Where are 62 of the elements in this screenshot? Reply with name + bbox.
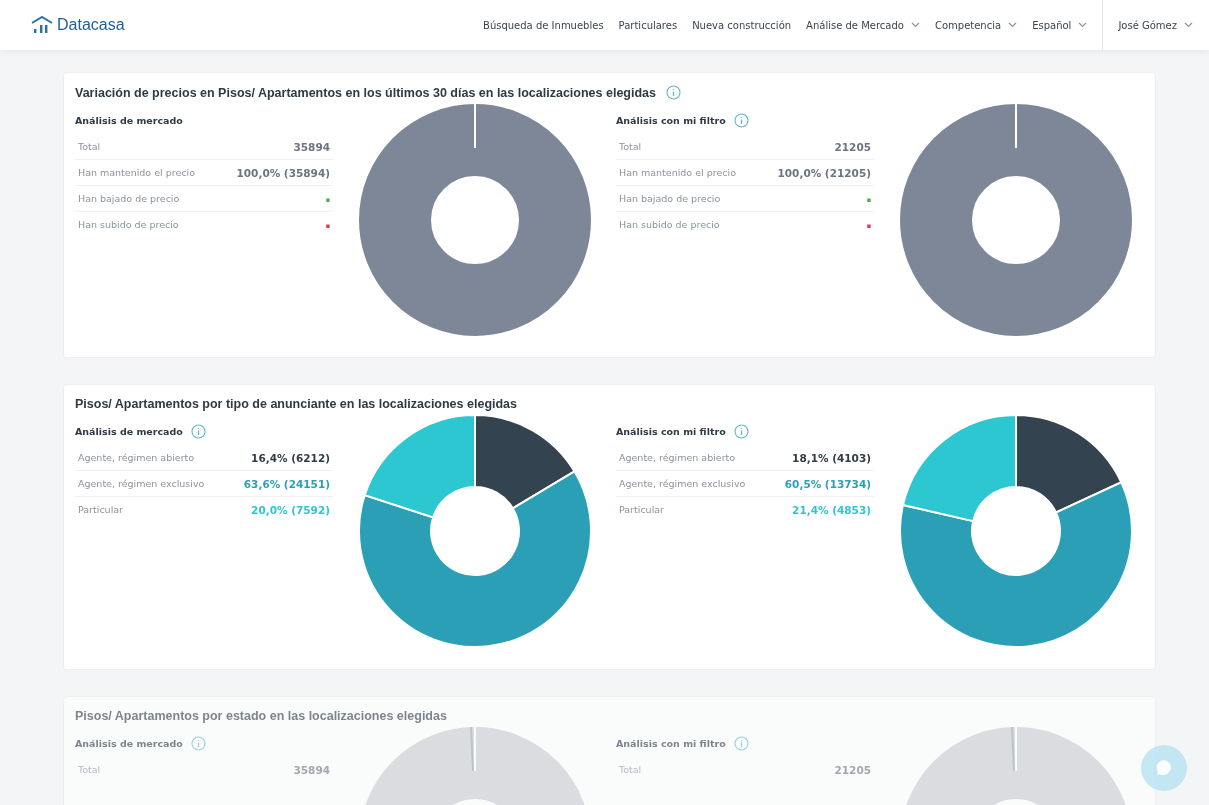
house-logo-icon — [30, 16, 54, 34]
brand-name: Datacasa — [57, 16, 125, 34]
row-value: 100,0% (35894) — [236, 166, 330, 179]
row-value: 21205 — [834, 140, 871, 153]
section-title: Variación de precios en Pisos/ Apartamentos en los últimos 30 días en las localizaciones elegidas — [75, 85, 656, 100]
row-label: Agente, régimen abierto — [78, 452, 195, 463]
row-label: Agente, régimen abierto — [619, 452, 736, 463]
nav-link[interactable]: Nueva construcción — [692, 19, 792, 31]
row-label: Agente, régimen exclusivo — [619, 478, 746, 489]
row-value: 35894 — [293, 140, 330, 153]
row-label: Han mantenido el precio — [78, 167, 195, 178]
panel-heading: Análisis de mercado — [75, 425, 183, 437]
row-value: 16,4% (6212) — [251, 451, 330, 464]
row-value: 20,0% (7592) — [251, 503, 330, 516]
row-value: 60,5% (13734) — [784, 477, 871, 490]
row-label: Han mantenido el precio — [619, 167, 736, 178]
row-value: 21,4% (4853) — [792, 503, 871, 516]
row-value: - — [866, 192, 871, 205]
nav-link[interactable]: Particulares — [618, 19, 678, 31]
info-icon[interactable] — [733, 735, 749, 751]
panel-heading: Análisis con mi filtro — [616, 737, 726, 749]
nav-link[interactable]: Español — [1032, 19, 1088, 31]
row-label: Particular — [78, 504, 123, 515]
row-value: 21205 — [834, 763, 871, 776]
row-label: Total — [78, 141, 101, 152]
row-value: 35894 — [293, 763, 330, 776]
row-label: Han bajado de precio — [78, 193, 180, 204]
panel-heading: Análisis de mercado — [75, 114, 183, 126]
info-icon[interactable] — [733, 423, 749, 439]
info-icon[interactable] — [666, 85, 681, 100]
panel-heading: Análisis con mi filtro — [616, 114, 726, 126]
row-label: Han bajado de precio — [619, 193, 721, 204]
row-value: - — [866, 218, 871, 231]
row-label: Agente, régimen exclusivo — [78, 478, 205, 489]
row-value: - — [325, 218, 330, 231]
nav-link[interactable]: Competencia — [934, 19, 1018, 31]
row-label: Han subido de precio — [78, 219, 179, 230]
user-menu[interactable]: José Gómez — [1118, 19, 1193, 31]
section-title: Pisos/ Apartamentos por estado en las localizaciones elegidas — [75, 709, 447, 723]
row-label: Han subido de precio — [619, 219, 720, 230]
caret-icon — [910, 22, 920, 28]
panel-heading: Análisis con mi filtro — [616, 425, 726, 437]
row-label: Total — [78, 764, 101, 775]
row-label: Particular — [619, 504, 664, 515]
info-icon[interactable] — [190, 735, 206, 751]
info-icon[interactable] — [733, 112, 749, 128]
row-value: 100,0% (21205) — [777, 166, 871, 179]
caret-icon — [1078, 22, 1088, 28]
panel-heading: Análisis de mercado — [75, 737, 183, 749]
row-label: Total — [619, 764, 642, 775]
chat-bubble-icon — [1154, 758, 1174, 778]
row-value: 18,1% (4103) — [792, 451, 871, 464]
nav-link[interactable]: Búsqueda de Inmuebles — [483, 19, 604, 31]
caret-icon — [1184, 22, 1193, 28]
nav-link[interactable]: Análise de Mercado — [806, 19, 920, 31]
caret-icon — [1008, 22, 1018, 28]
chat-button[interactable] — [1141, 745, 1187, 791]
section-title: Pisos/ Apartamentos por tipo de anunciante en las localizaciones elegidas — [75, 397, 518, 411]
row-label: Total — [619, 141, 642, 152]
row-value: - — [325, 192, 330, 205]
info-icon[interactable] — [190, 423, 206, 439]
row-value: 63,6% (24151) — [243, 477, 330, 490]
